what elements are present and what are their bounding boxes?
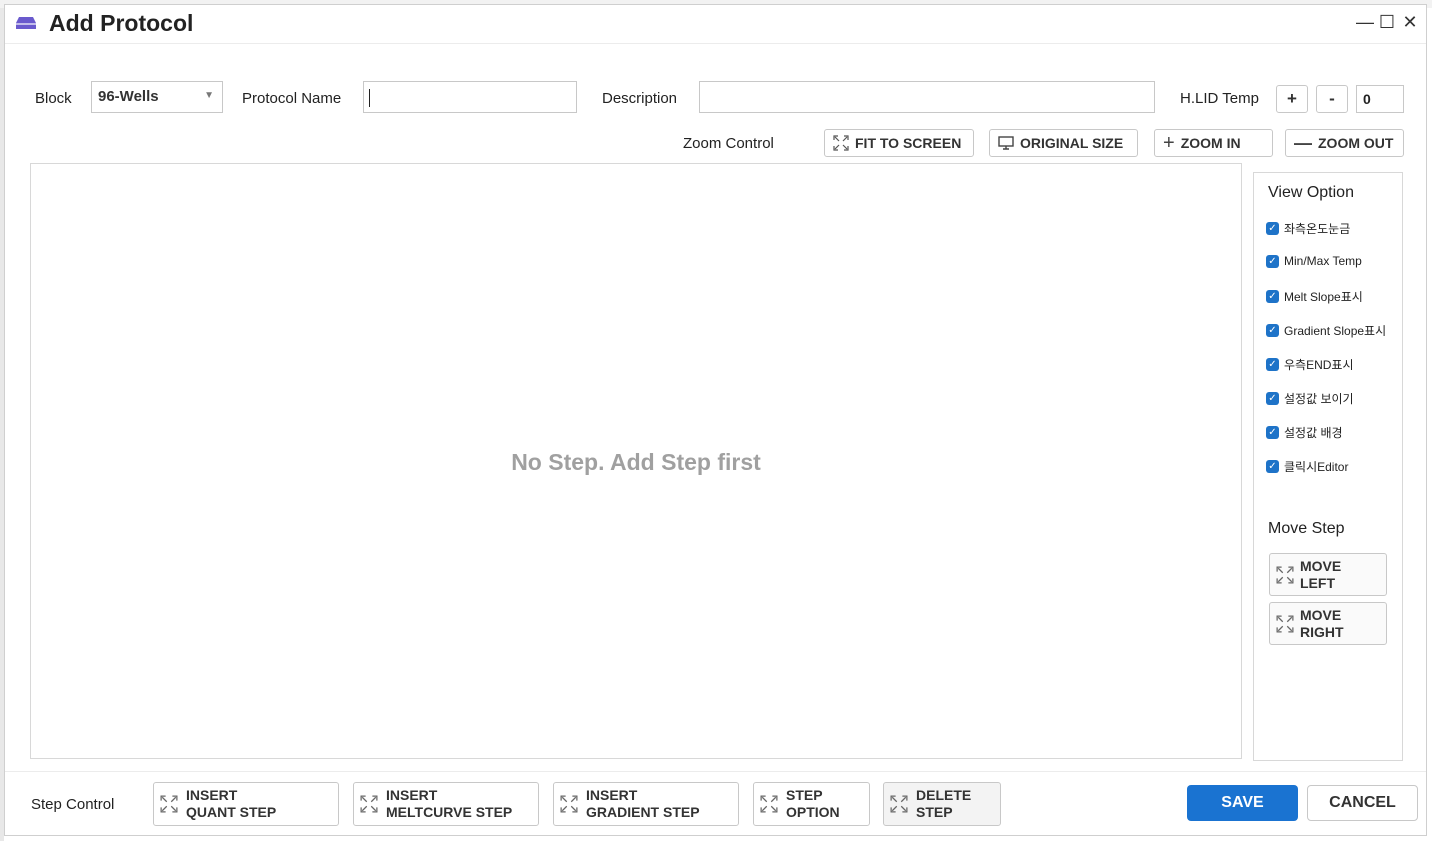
protocol-name-input[interactable]: [363, 81, 577, 113]
empty-canvas-message: No Step. Add Step first: [511, 449, 761, 475]
original-size-button[interactable]: ORIGINAL SIZE: [989, 129, 1138, 157]
zoom-in-button[interactable]: + ZOOM IN: [1154, 129, 1273, 157]
protocol-canvas[interactable]: No Step. Add Step first: [30, 163, 1242, 759]
expand-icon: [360, 795, 378, 813]
zoom-out-label: ZOOM OUT: [1318, 135, 1394, 151]
add-protocol-dialog: Add Protocol — ☐ ✕ Block 96-Wells ▼ Prot…: [4, 4, 1427, 836]
protocol-name-label: Protocol Name: [242, 90, 342, 107]
cancel-button[interactable]: CANCEL: [1307, 785, 1418, 821]
view-option-item[interactable]: ✓ 설정값 보이기: [1266, 390, 1354, 407]
block-label: Block: [35, 90, 72, 107]
hlid-temp-label: H.LID Temp: [1180, 90, 1259, 107]
description-label: Description: [602, 90, 678, 107]
view-option-label: Gradient Slope표시: [1284, 324, 1387, 338]
original-size-label: ORIGINAL SIZE: [1020, 135, 1124, 151]
view-option-item[interactable]: ✓ 좌측온도눈금: [1266, 220, 1350, 237]
save-button[interactable]: SAVE: [1187, 785, 1298, 821]
fit-to-screen-button[interactable]: FIT TO SCREEN: [824, 129, 974, 157]
button-line2: GRADIENT STEP: [586, 804, 700, 820]
bottom-divider: [5, 771, 1426, 772]
minus-icon: —: [1294, 132, 1312, 153]
view-option-item[interactable]: ✓ Melt Slope표시: [1266, 288, 1363, 305]
button-line1: INSERT: [586, 787, 638, 803]
move-right-button[interactable]: MOVE RIGHT: [1269, 602, 1387, 645]
expand-icon: [1276, 566, 1294, 583]
insert-meltcurve-step-button[interactable]: INSERT MELTCURVE STEP: [353, 782, 539, 826]
button-line1: INSERT: [386, 787, 438, 803]
app-icon: [16, 17, 36, 29]
checkbox-checked-icon[interactable]: ✓: [1266, 426, 1279, 439]
checkbox-checked-icon[interactable]: ✓: [1266, 392, 1279, 405]
block-select[interactable]: 96-Wells ▼: [91, 81, 223, 113]
insert-quant-step-button[interactable]: INSERT QUANT STEP: [153, 782, 339, 826]
view-option-label: Min/Max Temp: [1284, 254, 1362, 268]
fit-to-screen-label: FIT TO SCREEN: [855, 135, 962, 151]
move-step-title: Move Step: [1268, 520, 1345, 537]
hlid-increase-button[interactable]: +: [1276, 85, 1308, 113]
side-panel: View Option ✓ 좌측온도눈금 ✓ Min/Max Temp ✓ Me…: [1253, 172, 1403, 761]
description-input[interactable]: [699, 81, 1155, 113]
zoom-in-label: ZOOM IN: [1180, 135, 1241, 151]
expand-icon: [1276, 615, 1294, 632]
view-option-title: View Option: [1268, 184, 1354, 201]
checkbox-checked-icon[interactable]: ✓: [1266, 222, 1279, 235]
view-option-item[interactable]: ✓ 설정값 배경: [1266, 424, 1343, 441]
view-option-label: 설정값 배경: [1284, 426, 1343, 440]
step-control-label: Step Control: [31, 796, 115, 813]
view-option-item[interactable]: ✓ Gradient Slope표시: [1266, 322, 1386, 339]
step-option-button[interactable]: STEP OPTION: [753, 782, 870, 826]
move-right-line1: MOVE: [1300, 606, 1342, 623]
checkbox-checked-icon[interactable]: ✓: [1266, 460, 1279, 473]
button-line1: STEP: [786, 787, 823, 803]
expand-icon: [160, 795, 178, 813]
dialog-title: Add Protocol: [49, 10, 194, 36]
button-line2: QUANT STEP: [186, 804, 277, 820]
close-button[interactable]: ✕: [1399, 11, 1421, 33]
hlid-decrease-button[interactable]: -: [1316, 85, 1348, 113]
button-line1: DELETE: [916, 787, 972, 803]
view-option-item[interactable]: ✓ 우측END표시: [1266, 356, 1354, 373]
move-left-button[interactable]: MOVE LEFT: [1269, 553, 1387, 596]
button-line2: OPTION: [786, 804, 840, 820]
button-line2: MELTCURVE STEP: [386, 804, 513, 820]
view-option-label: 좌측온도눈금: [1284, 222, 1351, 236]
chevron-down-icon: ▼: [204, 90, 214, 101]
checkbox-checked-icon[interactable]: ✓: [1266, 324, 1279, 337]
maximize-button[interactable]: ☐: [1376, 11, 1398, 33]
button-line2: STEP: [916, 804, 953, 820]
view-option-label: 클릭시Editor: [1284, 460, 1349, 474]
checkbox-checked-icon[interactable]: ✓: [1266, 254, 1279, 268]
view-option-item[interactable]: ✓ Min/Max Temp: [1266, 254, 1362, 268]
button-line1: INSERT: [186, 787, 238, 803]
insert-gradient-step-button[interactable]: INSERT GRADIENT STEP: [553, 782, 739, 826]
view-option-label: 설정값 보이기: [1284, 392, 1354, 406]
zoom-control-label: Zoom Control: [683, 135, 774, 152]
minimize-button[interactable]: —: [1354, 11, 1376, 33]
title-divider: [5, 43, 1426, 44]
zoom-out-button[interactable]: — ZOOM OUT: [1285, 129, 1404, 157]
title-bar: Add Protocol — ☐ ✕: [5, 5, 1426, 43]
checkbox-checked-icon[interactable]: ✓: [1266, 358, 1279, 371]
expand-icon: [890, 795, 908, 813]
delete-step-button[interactable]: DELETE STEP: [883, 782, 1001, 826]
checkbox-checked-icon[interactable]: ✓: [1266, 290, 1279, 303]
expand-icon: [560, 795, 578, 813]
monitor-icon: [998, 135, 1014, 151]
text-cursor: [369, 89, 370, 107]
view-option-label: 우측END표시: [1284, 358, 1354, 372]
hlid-temp-value[interactable]: 0: [1356, 85, 1404, 113]
block-select-value: 96-Wells: [98, 88, 159, 105]
view-option-label: Melt Slope표시: [1284, 290, 1363, 304]
move-left-line2: LEFT: [1300, 574, 1335, 591]
expand-icon: [760, 795, 778, 813]
plus-icon: +: [1163, 131, 1175, 154]
move-left-line1: MOVE: [1300, 557, 1342, 574]
move-right-line2: RIGHT: [1300, 623, 1344, 640]
view-option-item[interactable]: ✓ 클릭시Editor: [1266, 458, 1348, 475]
expand-icon: [833, 135, 849, 151]
